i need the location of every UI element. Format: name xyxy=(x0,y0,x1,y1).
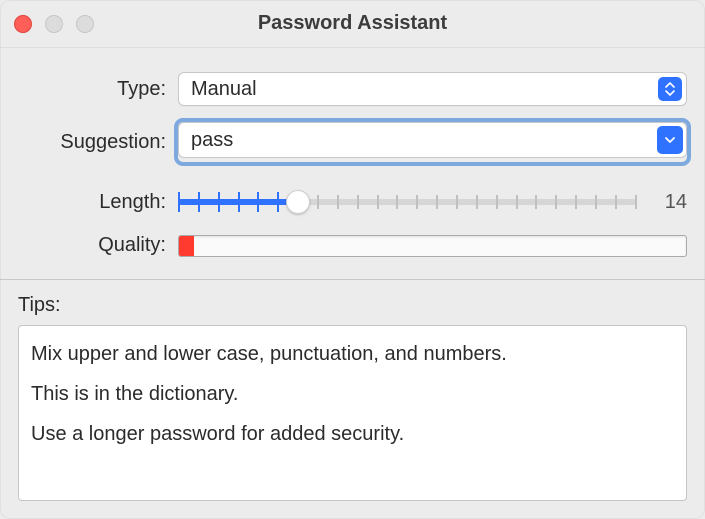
tips-textbox: Mix upper and lower case, punctuation, a… xyxy=(18,325,687,501)
form-area: Type: Manual Suggestion: Length: xyxy=(0,48,705,279)
quality-fill xyxy=(179,236,194,256)
select-stepper-icon xyxy=(658,77,682,101)
close-window-button[interactable] xyxy=(14,15,32,33)
suggestion-input[interactable] xyxy=(178,122,687,158)
type-row: Type: Manual xyxy=(18,72,687,106)
type-label: Type: xyxy=(18,78,178,101)
slider-thumb[interactable] xyxy=(286,190,310,214)
suggestion-label: Suggestion: xyxy=(18,131,178,154)
length-row: Length: 14 xyxy=(18,186,687,218)
suggestion-dropdown-button[interactable] xyxy=(657,126,683,154)
tips-section: Tips: Mix upper and lower case, punctuat… xyxy=(0,280,705,519)
length-slider[interactable] xyxy=(178,186,637,218)
quality-meter xyxy=(178,235,687,257)
quality-row: Quality: xyxy=(18,234,687,257)
type-select[interactable]: Manual xyxy=(178,72,687,106)
titlebar: Password Assistant xyxy=(0,0,705,48)
quality-label: Quality: xyxy=(18,234,178,257)
tips-label: Tips: xyxy=(18,294,687,317)
window-title: Password Assistant xyxy=(0,12,705,35)
suggestion-row: Suggestion: xyxy=(18,122,687,162)
traffic-lights xyxy=(14,15,94,33)
tip-line: This is in the dictionary. xyxy=(31,376,674,412)
tip-line: Mix upper and lower case, punctuation, a… xyxy=(31,336,674,372)
password-assistant-window: Password Assistant Type: Manual Suggesti… xyxy=(0,0,705,519)
zoom-window-button[interactable] xyxy=(76,15,94,33)
chevron-down-icon xyxy=(664,136,676,144)
length-label: Length: xyxy=(18,191,178,214)
tip-line: Use a longer password for added security… xyxy=(31,416,674,452)
length-value: 14 xyxy=(637,191,687,214)
minimize-window-button[interactable] xyxy=(45,15,63,33)
type-value: Manual xyxy=(191,78,257,101)
